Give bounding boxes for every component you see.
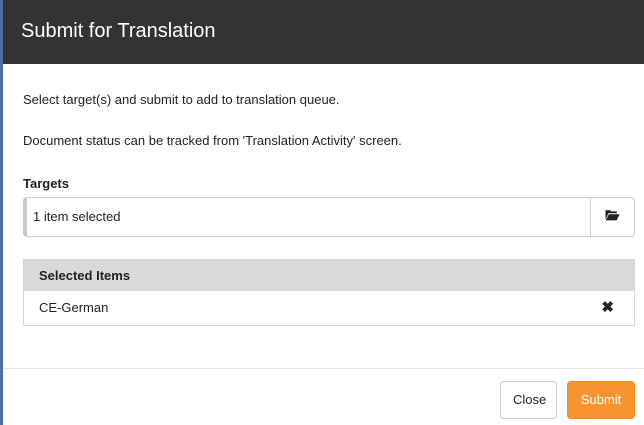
list-item: CE-German ✖ (24, 291, 634, 325)
status-info-text: Document status can be tracked from 'Tra… (23, 133, 402, 148)
submit-button[interactable]: Submit (567, 381, 635, 419)
instruction-text: Select target(s) and submit to add to tr… (23, 92, 340, 107)
dialog-footer: Close Submit (3, 368, 644, 425)
folder-open-icon (605, 208, 620, 226)
close-button[interactable]: Close (500, 381, 557, 419)
dialog-body: Select target(s) and submit to add to tr… (3, 64, 644, 368)
selected-items-panel: Selected Items CE-German ✖ (23, 259, 635, 326)
submit-translation-dialog: Submit for Translation Select target(s) … (0, 0, 644, 425)
targets-label: Targets (23, 176, 69, 191)
browse-targets-button[interactable] (590, 198, 634, 236)
dialog-title: Submit for Translation (21, 20, 216, 42)
selected-items-header: Selected Items (24, 260, 634, 291)
targets-field[interactable]: 1 item selected (23, 197, 635, 237)
targets-value: 1 item selected (33, 209, 121, 224)
dialog-header: Submit for Translation (3, 0, 644, 64)
close-icon[interactable]: ✖ (601, 291, 614, 325)
selected-item-label: CE-German (39, 300, 109, 315)
